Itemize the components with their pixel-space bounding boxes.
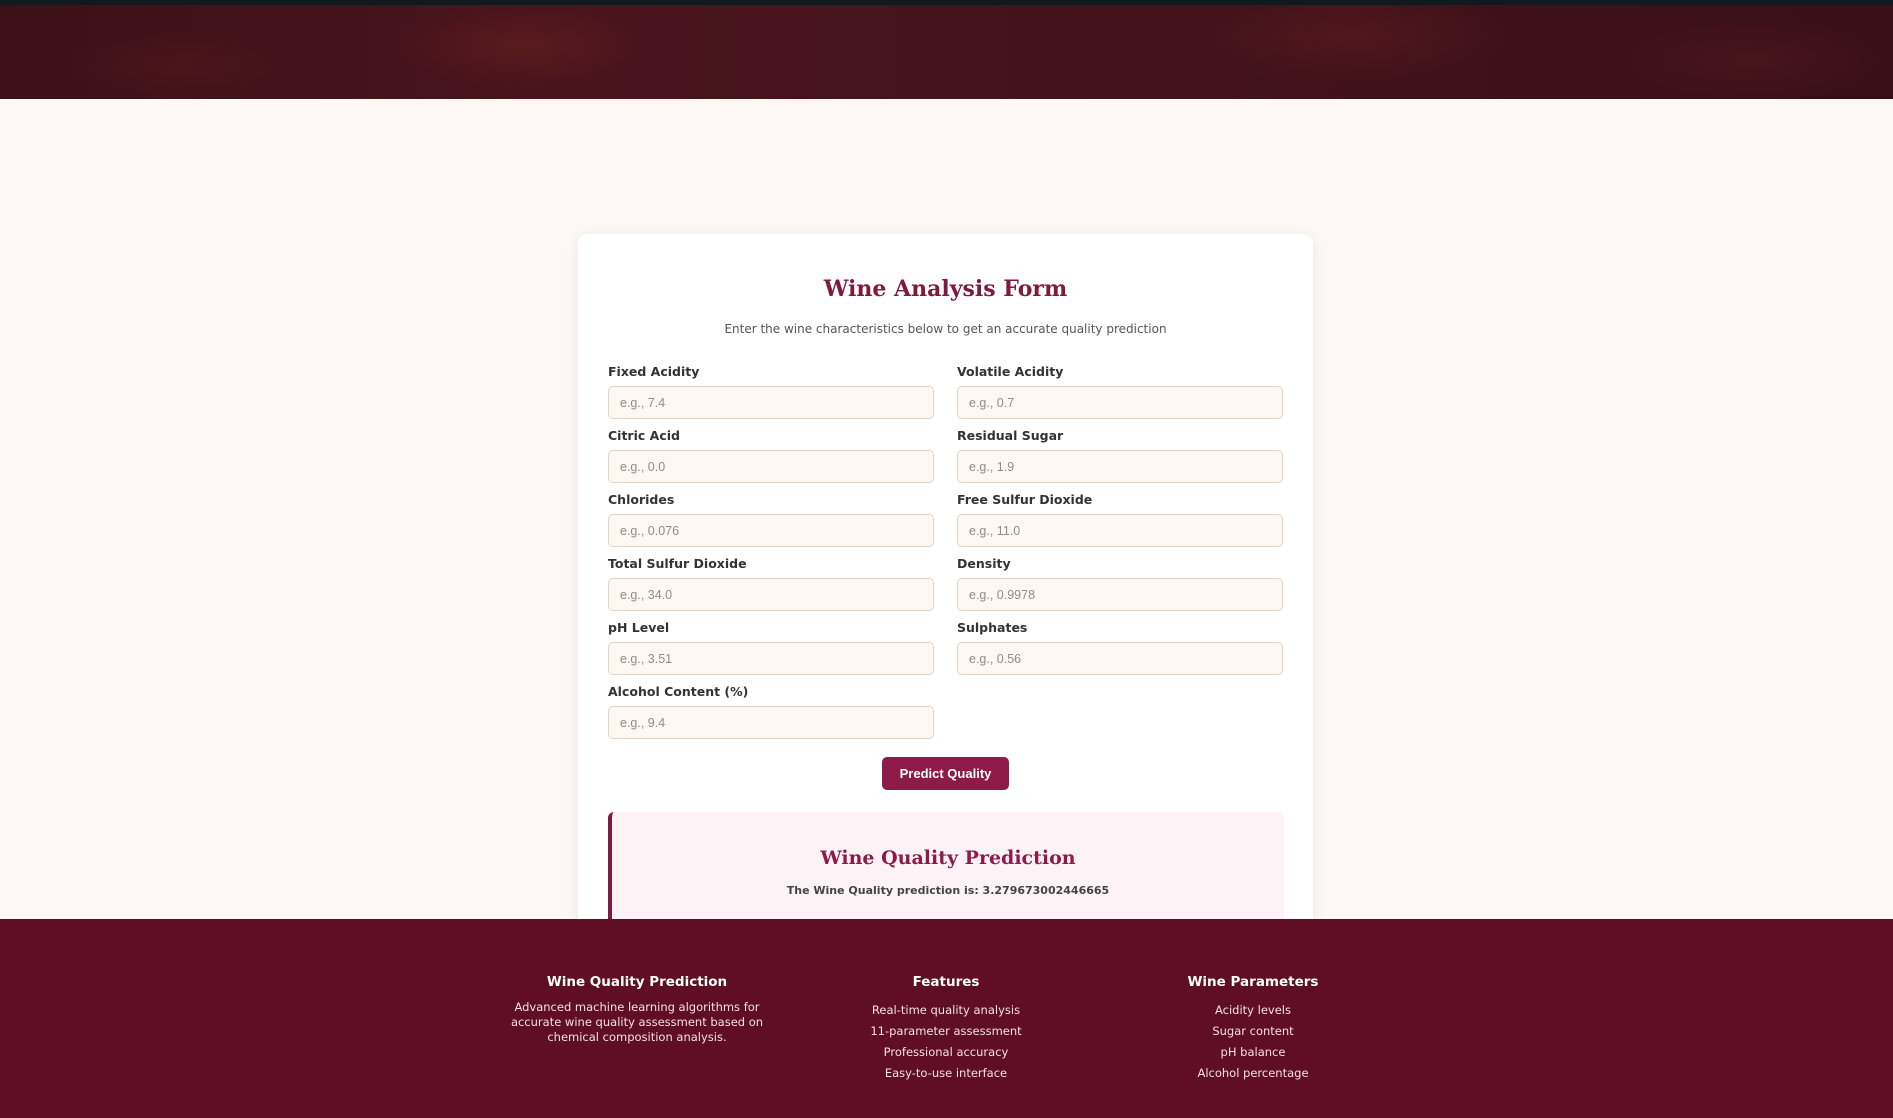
footer-features-item: Easy-to-use interface	[884, 1066, 1008, 1080]
footer-column-features: Features Real-time quality analysis 11-p…	[836, 974, 1056, 1084]
footer-features-heading: Features	[912, 974, 980, 990]
footer-features-item: Real-time quality analysis	[871, 1003, 1021, 1017]
prediction-result-title: Wine Quality Prediction	[820, 847, 1076, 869]
footer-column-about: Wine Quality Prediction Advanced machine…	[497, 974, 777, 1045]
footer-parameters-heading: Wine Parameters	[1187, 974, 1319, 990]
chlorides-input[interactable]	[608, 514, 934, 547]
field-density: Density	[957, 556, 1283, 611]
footer-parameters-item: Sugar content	[1212, 1024, 1294, 1038]
free-sulfur-dioxide-input[interactable]	[957, 514, 1283, 547]
fixed-acidity-label: Fixed Acidity	[608, 364, 700, 379]
prediction-result-panel: Wine Quality Prediction The Wine Quality…	[608, 812, 1284, 936]
footer-column-parameters: Wine Parameters Acidity levels Sugar con…	[1153, 974, 1353, 1084]
footer-parameters-list: Acidity levels Sugar content pH balance …	[1153, 1000, 1353, 1084]
field-total-sulfur-dioxide: Total Sulfur Dioxide	[608, 556, 934, 611]
footer-features-item: Professional accuracy	[883, 1045, 1009, 1059]
footer-parameters-item: Acidity levels	[1215, 1003, 1291, 1017]
field-chlorides: Chlorides	[608, 492, 934, 547]
chlorides-label: Chlorides	[608, 492, 675, 507]
footer-about-heading: Wine Quality Prediction	[546, 974, 728, 990]
field-fixed-acidity: Fixed Acidity	[608, 364, 934, 419]
free-sulfur-dioxide-label: Free Sulfur Dioxide	[957, 492, 1093, 507]
form-title: Wine Analysis Form	[823, 276, 1068, 302]
footer-features-list: Real-time quality analysis 11-parameter …	[836, 1000, 1056, 1084]
form-subtitle: Enter the wine characteristics below to …	[724, 322, 1167, 336]
density-label: Density	[957, 556, 1011, 571]
residual-sugar-input[interactable]	[957, 450, 1283, 483]
citric-acid-label: Citric Acid	[608, 428, 680, 443]
wine-analysis-form-card: Wine Analysis Form Enter the wine charac…	[578, 234, 1313, 958]
fixed-acidity-input[interactable]	[608, 386, 934, 419]
main-content: Wine Analysis Form Enter the wine charac…	[0, 99, 1893, 958]
footer-about-description: Advanced machine learning algorithms for…	[510, 1000, 764, 1044]
residual-sugar-label: Residual Sugar	[957, 428, 1064, 443]
field-sulphates: Sulphates	[957, 620, 1283, 675]
field-free-sulfur-dioxide: Free Sulfur Dioxide	[957, 492, 1283, 547]
alcohol-content-label: Alcohol Content (%)	[608, 684, 749, 699]
sulphates-input[interactable]	[957, 642, 1283, 675]
ph-level-input[interactable]	[608, 642, 934, 675]
field-alcohol-content: Alcohol Content (%)	[608, 684, 934, 739]
field-ph-level: pH Level	[608, 620, 934, 675]
volatile-acidity-input[interactable]	[957, 386, 1283, 419]
density-input[interactable]	[957, 578, 1283, 611]
ph-level-label: pH Level	[608, 620, 670, 635]
predict-quality-button[interactable]: Predict Quality	[882, 757, 1009, 790]
field-citric-acid: Citric Acid	[608, 428, 934, 483]
hero-banner	[0, 5, 1893, 99]
volatile-acidity-label: Volatile Acidity	[957, 364, 1064, 379]
field-volatile-acidity: Volatile Acidity	[957, 364, 1283, 419]
sulphates-label: Sulphates	[957, 620, 1028, 635]
total-sulfur-dioxide-label: Total Sulfur Dioxide	[608, 556, 747, 571]
prediction-result-text: The Wine Quality prediction is: 3.279673…	[786, 884, 1110, 897]
total-sulfur-dioxide-input[interactable]	[608, 578, 934, 611]
footer-parameters-item: pH balance	[1220, 1045, 1286, 1059]
field-residual-sugar: Residual Sugar	[957, 428, 1283, 483]
site-footer: Wine Quality Prediction Advanced machine…	[0, 919, 1893, 1118]
citric-acid-input[interactable]	[608, 450, 934, 483]
alcohol-content-input[interactable]	[608, 706, 934, 739]
footer-features-item: 11-parameter assessment	[870, 1024, 1022, 1038]
footer-parameters-item: Alcohol percentage	[1197, 1066, 1309, 1080]
